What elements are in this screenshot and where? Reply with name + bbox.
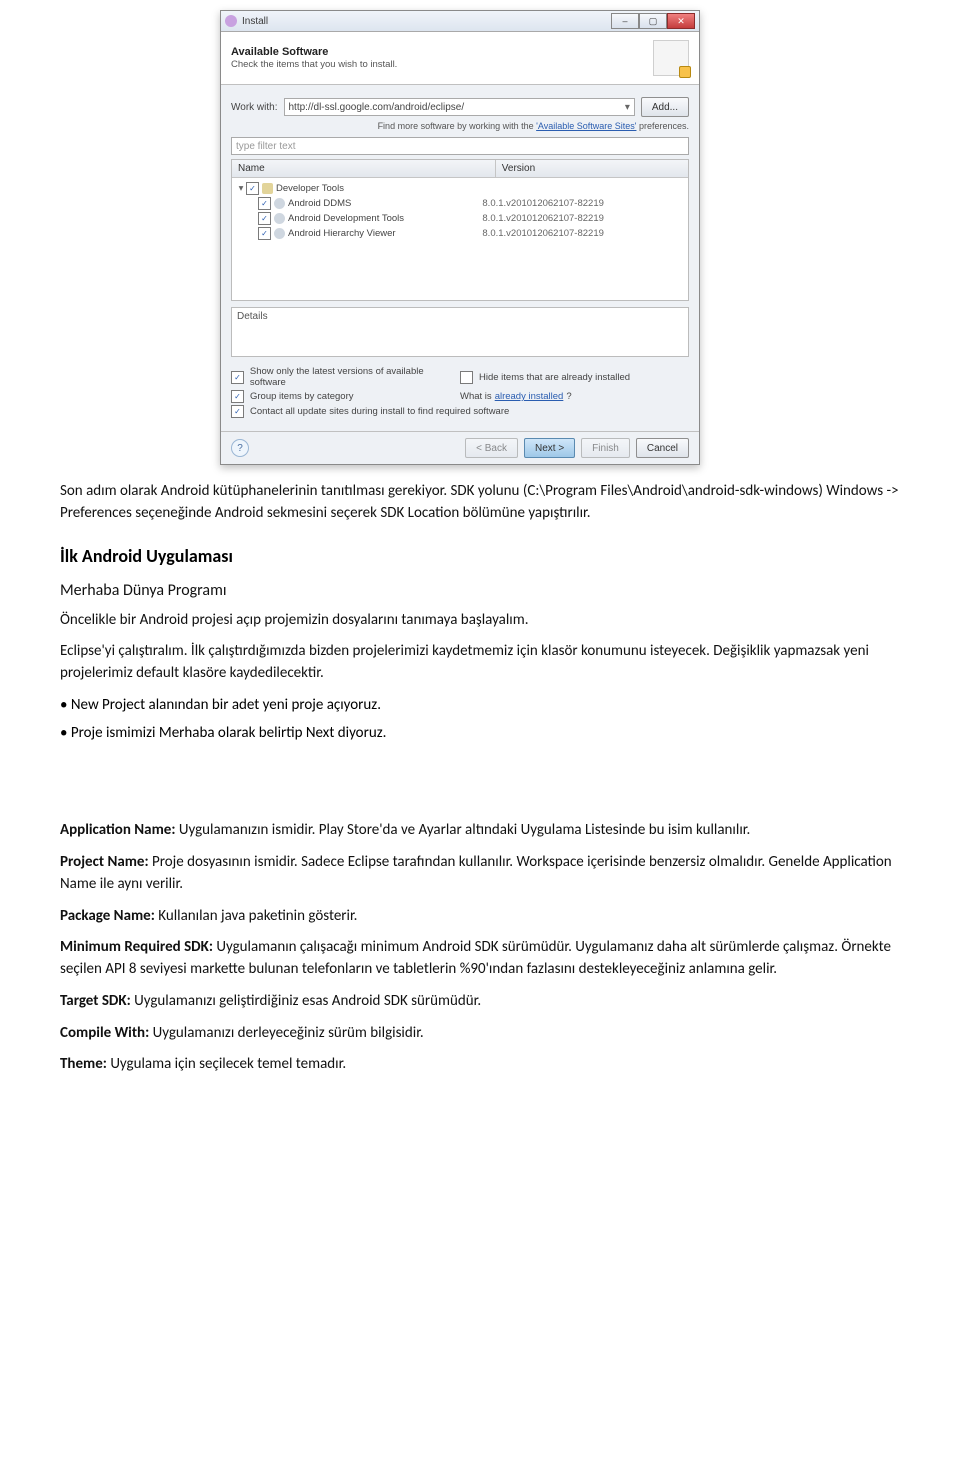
feature-icon [274,213,285,224]
finish-button[interactable]: Finish [581,438,630,458]
work-with-label: Work with: [231,102,278,113]
maximize-button[interactable]: ▢ [639,13,667,29]
group-name: Developer Tools [276,183,344,194]
list-item: Proje ismimizi Merhaba olarak belirtip N… [60,723,900,745]
banner-title: Available Software [231,46,397,58]
label-theme: Theme: [60,1055,107,1073]
checkbox[interactable]: ✓ [258,212,271,225]
label-package-name: Package Name: [60,907,155,925]
paragraph: Eclipse'yi çalıştıralım. İlk çalıştırdığ… [60,641,900,685]
already-installed-link[interactable]: already installed [495,391,564,402]
category-icon [262,183,273,194]
minimize-button[interactable]: – [611,13,639,29]
list-item: New Project alanından bir adet yeni proj… [60,695,900,717]
wizard-banner: Available Software Check the items that … [221,32,699,85]
work-with-combo[interactable]: http://dl-ssl.google.com/android/eclipse… [284,98,635,116]
checkbox[interactable]: ✓ [258,197,271,210]
checkbox[interactable]: ✓ [231,390,244,403]
checkbox[interactable]: ✓ [231,371,244,384]
label-project-name: Project Name: [60,853,149,871]
banner-subtitle: Check the items that you wish to install… [231,59,397,70]
paragraph: Project Name: Proje dosyasının ismidir. … [60,852,900,896]
table-row[interactable]: ▾ ✓ Developer Tools [236,181,684,196]
titlebar: Install – ▢ ✕ [221,11,699,32]
eclipse-install-screenshot: Install – ▢ ✕ Available Software Check t… [220,10,700,465]
paragraph: Package Name: Kullanılan java paketinin … [60,906,900,928]
label-application-name: Application Name: [60,821,175,839]
hint-line: Find more software by working with the '… [231,121,689,131]
checkbox[interactable]: ✓ [258,227,271,240]
table-row[interactable]: ✓ Android Hierarchy Viewer 8.0.1.v201012… [236,226,684,241]
add-button[interactable]: Add... [641,97,689,117]
opt-group: Group items by category [250,391,354,402]
work-with-value: http://dl-ssl.google.com/android/eclipse… [289,102,465,113]
opt-contact: Contact all update sites during install … [250,406,509,417]
back-button[interactable]: < Back [465,438,518,458]
install-window: Install – ▢ ✕ Available Software Check t… [220,10,700,465]
help-icon[interactable]: ? [231,439,249,457]
available-sites-link[interactable]: 'Available Software Sites' [536,121,636,131]
paragraph: Theme: Uygulama için seçilecek temel tem… [60,1054,900,1076]
paragraph: Compile With: Uygulamanızı derleyeceğini… [60,1023,900,1045]
window-title: Install [242,16,268,27]
checkbox[interactable]: ✓ [246,182,259,195]
paragraph: Target SDK: Uygulamanızı geliştirdiğiniz… [60,991,900,1013]
expander-icon[interactable]: ▾ [236,183,246,194]
filter-input[interactable]: type filter text [231,137,689,155]
package-icon [653,40,689,76]
document-body: Son adım olarak Android kütüphanelerinin… [60,481,900,1076]
cancel-button[interactable]: Cancel [636,438,689,458]
label-min-sdk: Minimum Required SDK: [60,938,213,956]
feature-icon [274,228,285,239]
close-button[interactable]: ✕ [667,13,695,29]
eclipse-icon [225,15,237,27]
label-target-sdk: Target SDK: [60,992,131,1010]
heading-hello: Merhaba Dünya Programı [60,581,900,600]
table-row[interactable]: ✓ Android Development Tools 8.0.1.v20101… [236,211,684,226]
col-version[interactable]: Version [496,160,688,177]
col-name[interactable]: Name [232,160,496,177]
paragraph: Application Name: Uygulamanızın ismidir.… [60,820,900,842]
next-button[interactable]: Next > [524,438,575,458]
feature-icon [274,198,285,209]
details-panel: Details [231,307,689,357]
checkbox[interactable]: ✓ [231,405,244,418]
opt-hide-installed: Hide items that are already installed [479,372,630,383]
checkbox[interactable]: ✓ [460,371,473,384]
table-row[interactable]: ✓ Android DDMS 8.0.1.v201012062107-82219 [236,196,684,211]
paragraph: Son adım olarak Android kütüphanelerinin… [60,481,900,525]
paragraph: Minimum Required SDK: Uygulamanın çalışa… [60,937,900,981]
label-compile-with: Compile With: [60,1024,149,1042]
software-table: Name Version ▾ ✓ Developer Tools [231,159,689,301]
opt-show-latest: Show only the latest versions of availab… [250,366,460,388]
paragraph: Öncelikle bir Android projesi açıp proje… [60,610,900,632]
heading-first-app: İlk Android Uygulaması [60,545,900,567]
